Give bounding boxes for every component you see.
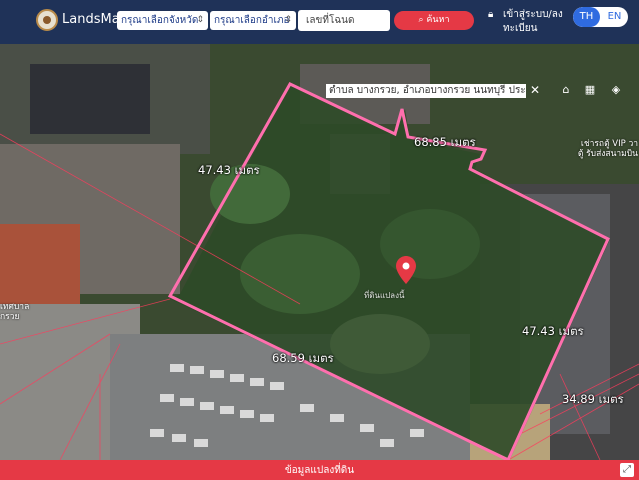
district-select-label: กรุณาเลือกอำเภอ (214, 15, 290, 26)
grid-icon[interactable]: ▦ (582, 82, 598, 98)
search-button-label: ค้นหา (426, 15, 450, 25)
neighbor-label-right-line1: เช่ารถตู้ VIP วา (580, 139, 638, 149)
satellite-map[interactable]: ตำบล บางกรวย, อำเภอบางกรวย นนทบุรี ประเท… (0, 44, 639, 460)
dimension-neighbor: 34.89 เมตร (562, 392, 624, 406)
location-pin-icon[interactable] (396, 256, 416, 284)
language-toggle[interactable]: TH EN (573, 7, 628, 27)
lang-th-option[interactable]: TH (573, 7, 600, 27)
dimension-right: 47.43 เมตร (522, 324, 584, 338)
login-register-label: เข้าสู่ระบบ/ลงทะเบียน (503, 9, 563, 34)
dimension-bottom: 68.59 เมตร (272, 351, 334, 365)
province-select[interactable]: กรุณาเลือกจังหวัด ⇕ (117, 11, 208, 30)
expand-icon[interactable]: ⤢ (620, 463, 634, 477)
parcel-name-label: ที่ดินแปลงนี้ (364, 291, 405, 300)
close-icon[interactable]: ✕ (530, 83, 540, 97)
lock-icon: 🔒︎ (488, 9, 494, 20)
district-select[interactable]: กรุณาเลือกอำเภอ ⇕ (210, 11, 296, 30)
home-icon[interactable]: ⌂ (558, 82, 574, 98)
dimension-left: 47.43 เมตร (198, 163, 260, 177)
parcel-info-bar[interactable]: ข้อมูลแปลงที่ดิน ⤢ (0, 460, 639, 480)
parcel-number-input[interactable]: เลขที่โฉนด (298, 10, 390, 31)
chevron-updown-icon: ⇕ (284, 15, 292, 25)
neighbor-label-left-line1: เทศบาล (0, 302, 30, 312)
neighbor-label-left-line2: กรวย (0, 312, 20, 322)
address-bar: ตำบล บางกรวย, อำเภอบางกรวย นนทบุรี ประเท… (326, 84, 526, 98)
neighbor-label-right-line2: ตู้ รับส่งสนามบิน (577, 149, 638, 159)
dimension-top: 68.85 เมตร (414, 135, 476, 149)
top-navigation-bar: LandsMaps กรุณาเลือกจังหวัด ⇕ กรุณาเลือก… (0, 0, 639, 44)
search-button[interactable]: ⌕ ค้นหา (394, 11, 474, 30)
layers-icon[interactable]: ◈ (608, 82, 624, 98)
chevron-updown-icon: ⇕ (196, 15, 204, 25)
search-icon: ⌕ (418, 15, 424, 25)
neighbor-label-left: เทศบาล กรวย (0, 302, 40, 322)
lang-en-option[interactable]: EN (601, 7, 628, 27)
neighbor-label-right: เช่ารถตู้ VIP วา ตู้ รับส่งสนามบิน (560, 139, 638, 159)
parcel-info-label: ข้อมูลแปลงที่ดิน (284, 465, 355, 476)
province-select-label: กรุณาเลือกจังหวัด (121, 15, 199, 26)
satellite-imagery (0, 44, 639, 460)
landsmaps-logo-icon[interactable] (36, 9, 58, 31)
